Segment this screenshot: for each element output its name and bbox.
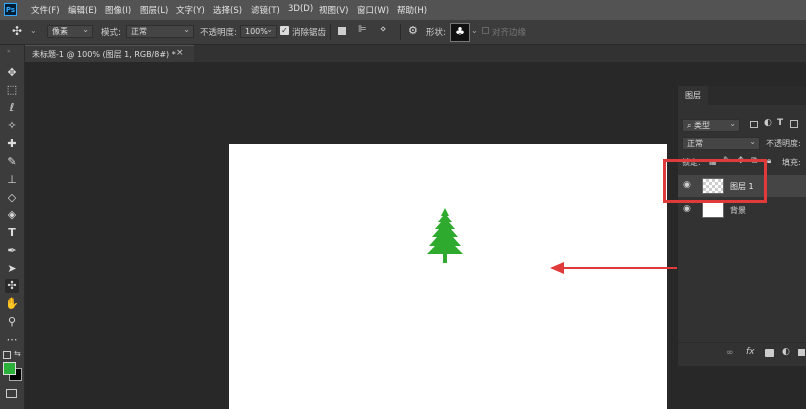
layer-filter-label: 类型: [694, 121, 711, 130]
filter-type-icon[interactable]: T: [777, 118, 783, 128]
tree-shape: [427, 208, 463, 263]
layers-panel-footer: ∞ fx ◐: [678, 342, 806, 365]
path-operations-icon[interactable]: [338, 27, 346, 35]
new-group-icon[interactable]: [798, 349, 805, 356]
foreground-color-swatch[interactable]: [3, 362, 16, 375]
mode-label: 模式:: [101, 28, 121, 38]
annotation-highlight-box: [663, 159, 767, 203]
healing-icon[interactable]: ✚: [5, 137, 19, 151]
layer-blend-mode-select[interactable]: 正常: [682, 136, 760, 150]
tab-layers-label: 图层: [685, 91, 701, 100]
tab-layers[interactable]: 图层: [678, 86, 708, 105]
layer-name[interactable]: 背景: [730, 205, 746, 216]
path-alignment-icon[interactable]: ⊫: [358, 24, 367, 35]
move-icon[interactable]: ✥: [5, 66, 19, 80]
shape-picker[interactable]: ♣: [450, 23, 470, 42]
menu-edit[interactable]: 编辑(E): [68, 4, 97, 16]
options-bar: ✣ ⌄ 像素 模式: 正常 不透明度: 100% ✓ 消除锯齿 ⊫ ⋄ ⚙ 形状…: [0, 20, 806, 45]
tools-panel: » ✥ ⬚ ℓ ✧ ✚ ✎ ⊥ ◇ ◈ T ✒ ➤ ✣ ✋ ⚲ ⋯ ⇆: [0, 45, 25, 409]
lock-all-icon[interactable]: 🔒︎: [767, 156, 771, 166]
divider: [330, 24, 331, 40]
divider: [400, 24, 401, 40]
menu-file[interactable]: 文件(F): [31, 4, 60, 16]
zoom-icon[interactable]: ⚲: [5, 315, 19, 329]
path-arrangement-icon[interactable]: ⋄: [380, 24, 386, 35]
opacity-label: 不透明度:: [200, 28, 237, 38]
hand-icon[interactable]: ✋: [5, 297, 19, 311]
menu-select[interactable]: 选择(S): [213, 4, 242, 16]
document-tab-title: 未标题-1 @ 100% (图层 1, RGB/8#) *: [32, 50, 176, 59]
more-icon[interactable]: ⋯: [5, 333, 19, 347]
menu-3d[interactable]: 3D(D): [288, 4, 313, 14]
pen-icon[interactable]: ✒: [5, 244, 19, 258]
filter-shape-icon[interactable]: [790, 120, 798, 128]
default-colors-icon[interactable]: [3, 351, 11, 359]
quick-mask-icon[interactable]: [6, 389, 17, 398]
antialias-checkbox[interactable]: ✓: [280, 26, 289, 35]
marquee-icon[interactable]: ⬚: [5, 83, 19, 97]
menu-window[interactable]: 窗口(W): [357, 4, 389, 16]
tree-shape-icon: ♣: [455, 25, 465, 38]
layer-thumbnail: [702, 202, 724, 218]
chevron-down-icon[interactable]: ⌄: [471, 26, 478, 35]
menu-filter[interactable]: 滤镜(T): [251, 4, 280, 16]
eraser-icon[interactable]: ◇: [5, 191, 19, 205]
menu-image[interactable]: 图像(I): [105, 4, 131, 16]
stamp-icon[interactable]: ⊥: [5, 173, 19, 187]
magic-wand-icon[interactable]: ✧: [5, 119, 19, 133]
collapse-icon[interactable]: »: [7, 48, 11, 55]
filter-pixel-icon[interactable]: [750, 121, 758, 128]
add-mask-icon[interactable]: [765, 349, 774, 357]
chevron-down-icon[interactable]: ⌄: [30, 26, 37, 35]
menu-type[interactable]: 文字(Y): [176, 4, 205, 16]
document-tab[interactable]: 未标题-1 @ 100% (图层 1, RGB/8#) * ×: [24, 45, 194, 62]
fill-label: 填充:: [782, 158, 801, 167]
layer-style-icon[interactable]: fx: [746, 347, 755, 357]
type-icon[interactable]: T: [5, 226, 19, 240]
opacity-field[interactable]: 100%: [240, 24, 277, 38]
layers-panel: 图层 ⌕ 类型 ◐ T 正常 不透明度: 锁定: ▦ ✎ ✥ ⧉ 🔒︎ 填充: …: [677, 86, 806, 366]
menu-bar: Ps 文件(F) 编辑(E) 图像(I) 图层(L) 文字(Y) 选择(S) 滤…: [0, 0, 806, 20]
shape-mode-select[interactable]: 像素: [47, 24, 93, 38]
align-edges-checkbox[interactable]: [482, 27, 489, 34]
close-icon[interactable]: ×: [176, 48, 184, 58]
lasso-icon[interactable]: ℓ: [5, 101, 19, 115]
gear-icon[interactable]: ⚙: [408, 24, 418, 37]
link-layers-icon[interactable]: ∞: [726, 348, 734, 358]
adjustment-layer-icon[interactable]: ◐: [782, 347, 790, 357]
filter-adjustment-icon[interactable]: ◐: [764, 118, 772, 128]
shape-label: 形状:: [426, 28, 446, 38]
layer-filter-select[interactable]: ⌕ 类型: [682, 118, 740, 132]
brush-icon[interactable]: ✎: [5, 155, 19, 169]
search-icon: ⌕: [687, 121, 695, 130]
swap-colors-icon[interactable]: ⇆: [14, 349, 21, 358]
path-select-icon[interactable]: ➤: [5, 262, 19, 276]
paint-bucket-icon[interactable]: ◈: [5, 208, 19, 222]
menu-help[interactable]: 帮助(H): [397, 4, 427, 16]
photoshop-logo: Ps: [4, 3, 17, 16]
eye-icon[interactable]: ◉: [683, 204, 691, 214]
antialias-label: 消除锯齿: [292, 28, 327, 38]
align-edges-label: 对齐边缘: [492, 28, 527, 38]
document-tab-bar: 未标题-1 @ 100% (图层 1, RGB/8#) * ×: [24, 45, 806, 62]
menu-view[interactable]: 视图(V): [319, 4, 348, 16]
custom-shape-icon[interactable]: ✣: [12, 24, 22, 38]
layer-opacity-label: 不透明度:: [766, 139, 801, 148]
custom-shape-icon[interactable]: ✣: [5, 279, 19, 293]
panel-tab-bar: 图层: [678, 86, 806, 105]
blend-mode-select[interactable]: 正常: [126, 24, 194, 38]
menu-layer[interactable]: 图层(L): [140, 4, 168, 16]
